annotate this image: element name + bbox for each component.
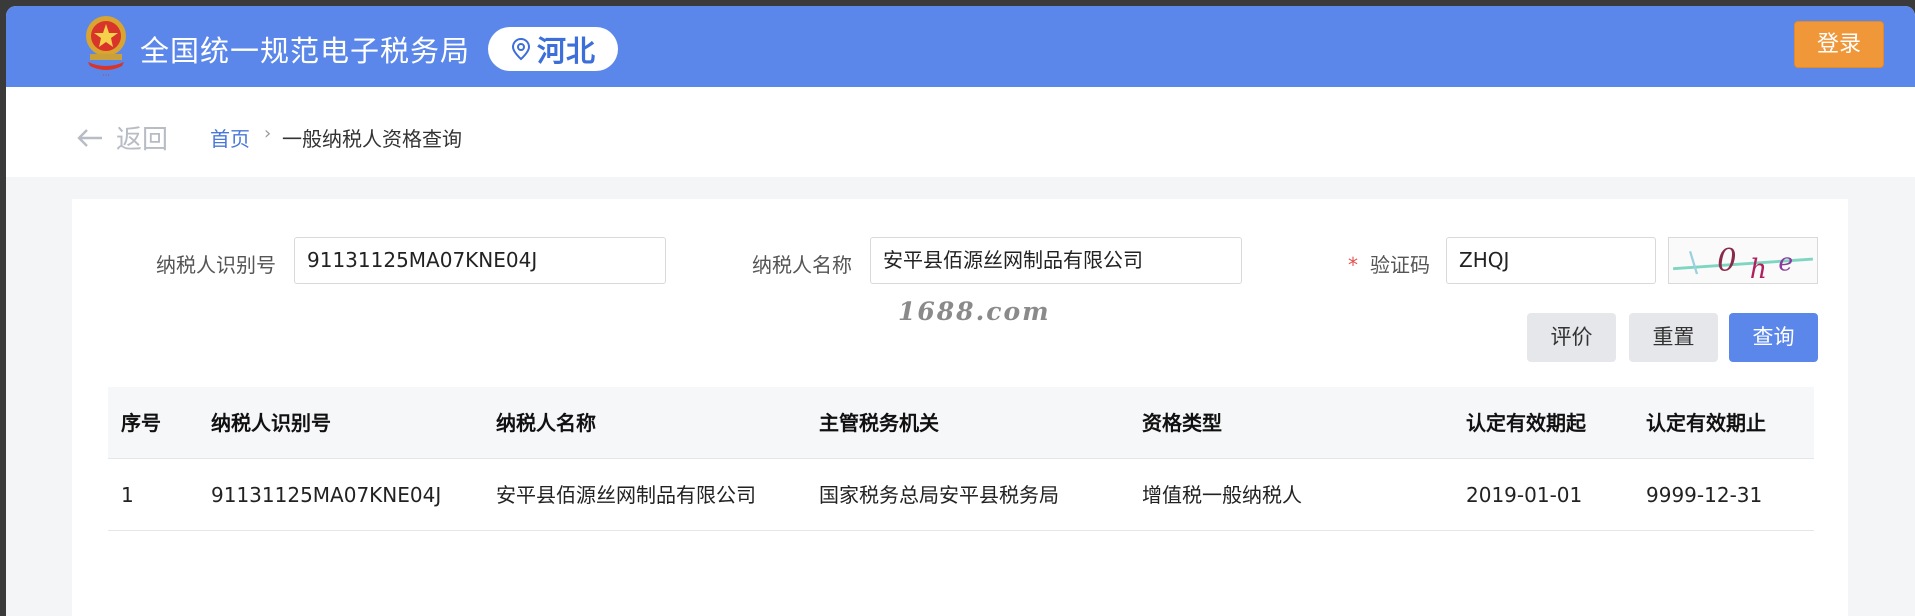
site-title: 全国统一规范电子税务局 bbox=[140, 34, 471, 68]
col-header-tax-authority: 主管税务机关 bbox=[819, 411, 939, 435]
browser-frame: ··· 全国统一规范电子税务局 河北 登录 返回 首页 › 一般纳税人资格查询 … bbox=[6, 6, 1915, 616]
cell-tax-authority: 国家税务总局安平县税务局 bbox=[819, 483, 1059, 507]
back-button[interactable]: 返回 bbox=[76, 119, 168, 156]
result-table: 序号 纳税人识别号 纳税人名称 主管税务机关 资格类型 认定有效期起 认定有效期… bbox=[108, 387, 1814, 531]
region-selector[interactable]: 河北 bbox=[488, 27, 618, 71]
arrow-left-icon bbox=[77, 128, 102, 147]
location-pin-icon bbox=[511, 37, 530, 61]
query-button[interactable]: 查询 bbox=[1729, 313, 1818, 362]
cell-qualification-type: 增值税一般纳税人 bbox=[1142, 483, 1302, 507]
svg-text:\: \ bbox=[1686, 244, 1701, 279]
captcha-image[interactable]: \ 0 h e bbox=[1668, 237, 1818, 284]
taxpayer-name-input[interactable]: 安平县佰源丝网制品有限公司 bbox=[870, 237, 1242, 284]
evaluate-button[interactable]: 评价 bbox=[1527, 313, 1616, 362]
captcha-input[interactable]: ZHQJ bbox=[1446, 237, 1656, 284]
svg-text:···: ··· bbox=[102, 71, 110, 80]
table-row: 1 91131125MA07KNE04J 安平县佰源丝网制品有限公司 国家税务总… bbox=[108, 459, 1814, 531]
cell-taxpayer-name: 安平县佰源丝网制品有限公司 bbox=[496, 483, 756, 507]
required-mark: * bbox=[1348, 253, 1358, 277]
breadcrumb-home-link[interactable]: 首页 bbox=[210, 123, 250, 152]
taxpayer-name-label: 纳税人名称 bbox=[752, 253, 852, 277]
col-header-index: 序号 bbox=[121, 411, 161, 435]
national-emblem-icon: ··· bbox=[86, 16, 126, 80]
col-header-valid-to: 认定有效期止 bbox=[1646, 411, 1766, 435]
cell-index: 1 bbox=[121, 483, 134, 507]
taxpayer-id-label: 纳税人识别号 bbox=[156, 253, 276, 277]
reset-button[interactable]: 重置 bbox=[1629, 313, 1718, 362]
region-label: 河北 bbox=[536, 34, 595, 68]
breadcrumb-separator: › bbox=[264, 123, 272, 144]
cell-taxpayer-id: 91131125MA07KNE04J bbox=[211, 483, 442, 507]
taxpayer-id-input[interactable]: 91131125MA07KNE04J bbox=[294, 237, 666, 284]
table-header: 序号 纳税人识别号 纳税人名称 主管税务机关 资格类型 认定有效期起 认定有效期… bbox=[108, 387, 1814, 459]
top-header: ··· 全国统一规范电子税务局 河北 登录 bbox=[6, 6, 1915, 87]
cell-valid-from: 2019-01-01 bbox=[1466, 483, 1583, 507]
svg-text:h: h bbox=[1750, 254, 1767, 284]
col-header-taxpayer-id: 纳税人识别号 bbox=[211, 411, 331, 435]
col-header-qualification-type: 资格类型 bbox=[1142, 411, 1222, 435]
captcha-label: * 验证码 bbox=[1348, 253, 1430, 277]
col-header-valid-from: 认定有效期起 bbox=[1466, 411, 1586, 435]
watermark: 1688.com bbox=[898, 297, 1051, 326]
back-label: 返回 bbox=[116, 125, 169, 155]
col-header-taxpayer-name: 纳税人名称 bbox=[496, 411, 596, 435]
cell-valid-to: 9999-12-31 bbox=[1646, 483, 1763, 507]
login-button[interactable]: 登录 bbox=[1794, 21, 1884, 68]
svg-text:0: 0 bbox=[1717, 244, 1737, 279]
query-panel: 纳税人识别号 91131125MA07KNE04J 纳税人名称 安平县佰源丝网制… bbox=[72, 199, 1848, 616]
breadcrumb-bar: 返回 首页 › 一般纳税人资格查询 bbox=[6, 87, 1915, 177]
svg-text:e: e bbox=[1778, 248, 1793, 277]
breadcrumb-current: 一般纳税人资格查询 bbox=[282, 127, 462, 151]
